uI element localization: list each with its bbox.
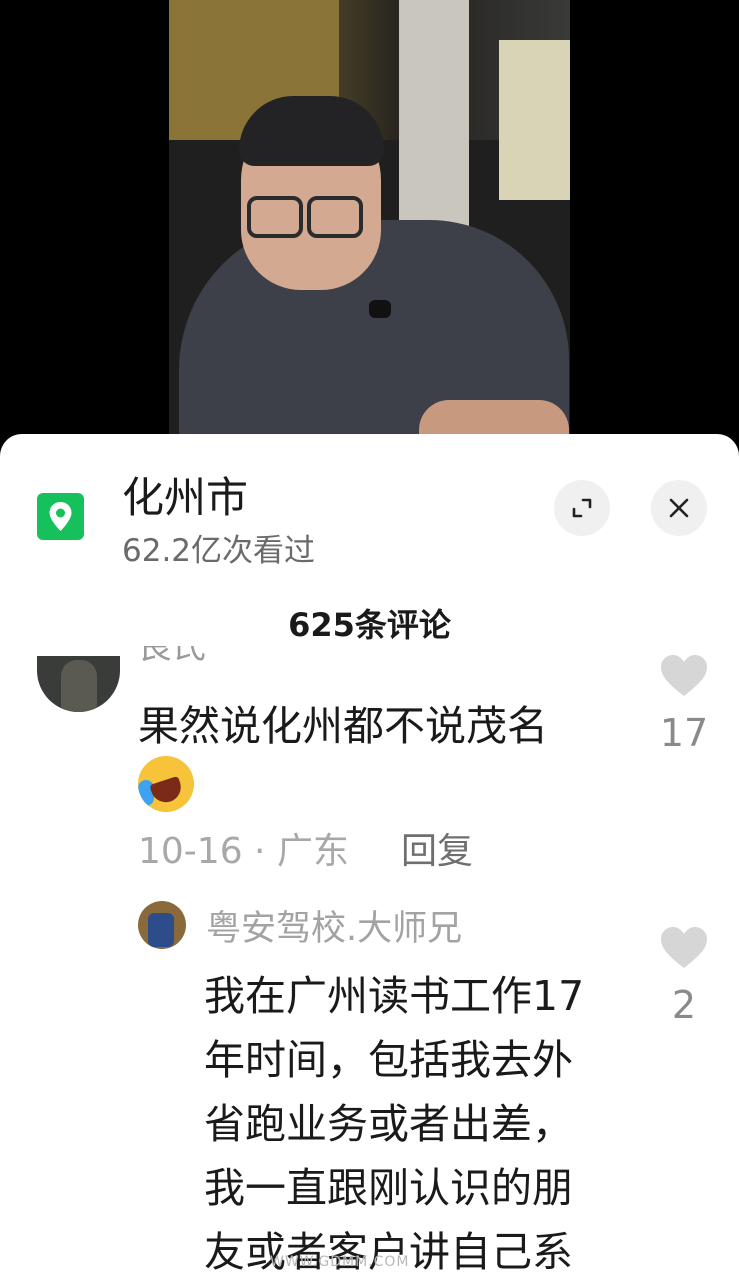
video-person-hair (239, 96, 384, 166)
watermark: WWW.GDMM.COM (270, 1254, 410, 1270)
video-player[interactable] (0, 0, 739, 460)
close-button[interactable] (651, 480, 707, 536)
video-microphone (369, 300, 391, 318)
video-frame (169, 0, 570, 460)
video-glasses-left (247, 196, 303, 238)
comment-text: 果然说化州都不说茂名 (138, 702, 548, 750)
reply-button[interactable]: 回复 (401, 829, 473, 875)
comments-sheet: 化州市 62.2亿次看过 625条评论 良氏 果然说化州都不说茂名 10-16 … (0, 434, 739, 1280)
reply-text: 我在广州读书工作17 年时间，包括我去外 省跑业务或者出差， 我一直跟刚认识的朋… (204, 964, 614, 1280)
avatar-figure (148, 913, 174, 947)
comment-avatar[interactable] (37, 656, 120, 712)
avatar-figure (61, 660, 97, 712)
laugh-crying-emoji-icon (138, 756, 194, 812)
reply-text-line: 省跑业务或者出差， (204, 1100, 573, 1148)
reply-author[interactable]: 粤安驾校.大师兄 (206, 908, 462, 950)
like-count: 17 (659, 711, 709, 755)
comment-author[interactable]: 良氏 (138, 646, 338, 674)
like-count: 2 (671, 983, 697, 1027)
location-pin-icon[interactable] (37, 493, 84, 540)
reply-text-line: 我一直跟刚认识的朋 (204, 1164, 573, 1212)
expand-icon (572, 498, 592, 518)
heart-icon[interactable] (660, 926, 708, 970)
heart-icon[interactable] (660, 654, 708, 698)
emoji-mouth (149, 775, 185, 807)
location-views: 62.2亿次看过 (122, 533, 316, 569)
close-icon (669, 498, 689, 518)
video-curtain (499, 40, 570, 200)
comment-date-location: 10-16 · 广东 (138, 831, 349, 872)
location-name[interactable]: 化州市 (122, 472, 248, 524)
reply-text-line: 我在广州读书工作17 (204, 972, 585, 1020)
comments-count: 625条评论 (288, 606, 451, 644)
expand-button[interactable] (554, 480, 610, 536)
video-door (399, 0, 469, 240)
reply-text-line: 年时间，包括我去外 (204, 1036, 573, 1084)
video-glasses-right (307, 196, 363, 238)
reply-avatar[interactable] (138, 901, 186, 949)
